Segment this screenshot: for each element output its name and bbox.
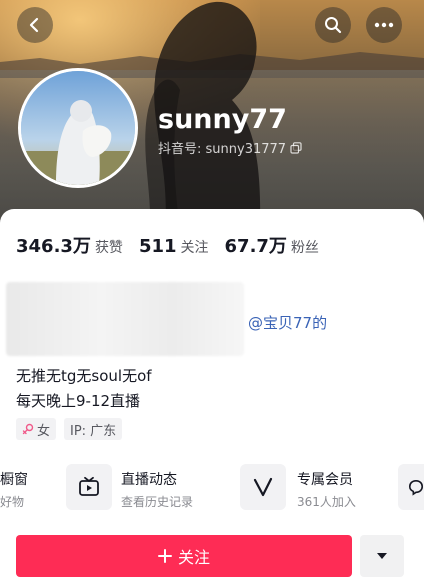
ip-label: IP: 广东 — [70, 423, 117, 439]
entry-live-icon-box[interactable] — [66, 464, 112, 510]
v-icon — [253, 477, 273, 497]
following-label[interactable]: 关注 — [181, 237, 209, 257]
following-count[interactable]: 511 — [139, 236, 177, 257]
follow-label: 关注 — [177, 548, 210, 567]
dropdown-button[interactable] — [360, 535, 404, 577]
mention-link[interactable]: @宝贝77的 — [248, 312, 327, 333]
bio-line-1: 无推无tg无soul无of — [16, 367, 152, 385]
more-options-button[interactable] — [366, 7, 402, 43]
entry-live-subtitle: 查看历史记录 — [121, 495, 194, 509]
entry-shop-title[interactable]: 橱窗 — [0, 469, 28, 489]
followers-count[interactable]: 67.7万 — [225, 232, 287, 258]
female-icon — [22, 423, 34, 435]
avatar-image — [21, 71, 135, 185]
feature-entries: 橱窗 好物 直播动态 查看历史记录 专属会员 361人加入 — [0, 460, 424, 516]
entry-member-subtitle: 361人加入 — [297, 495, 356, 509]
entry-member-icon-box[interactable] — [240, 464, 286, 510]
copy-icon[interactable] — [290, 141, 302, 154]
followers-label[interactable]: 粉丝 — [291, 237, 319, 257]
likes-count: 346.3万 — [16, 236, 91, 257]
back-arrow-icon — [29, 17, 39, 33]
gender-label: 女 — [37, 423, 51, 439]
stats-row: 346.3万 获赞 511 关注 67.7万 粉丝 — [16, 232, 335, 258]
avatar[interactable] — [18, 68, 138, 188]
username: sunny77 — [158, 104, 287, 135]
back-button[interactable] — [17, 7, 53, 43]
follow-button[interactable]: 关注 — [16, 535, 352, 577]
entry-shop-subtitle: 好物 — [0, 495, 25, 509]
blurred-bio-region — [6, 282, 244, 356]
likes-label: 获赞 — [94, 240, 123, 256]
douyin-id[interactable]: 抖音号: sunny31777 — [158, 138, 302, 157]
entry-live-title[interactable]: 直播动态 — [121, 469, 177, 489]
entry-chat-icon-box[interactable] — [398, 464, 424, 510]
triangle-down-icon — [377, 553, 387, 559]
search-icon — [325, 17, 342, 34]
chat-icon — [408, 479, 424, 496]
bio-line-2: 每天晚上9-12直播 — [16, 392, 141, 410]
tv-icon — [79, 476, 99, 496]
plus-icon — [157, 549, 172, 563]
douyin-id-text: 抖音号: sunny31777 — [158, 142, 287, 157]
search-button[interactable] — [315, 7, 351, 43]
ip-tag: IP: 广东 — [64, 418, 123, 440]
gender-tag: 女 — [16, 418, 57, 440]
more-icon — [374, 22, 394, 28]
entry-member-title[interactable]: 专属会员 — [297, 469, 353, 489]
